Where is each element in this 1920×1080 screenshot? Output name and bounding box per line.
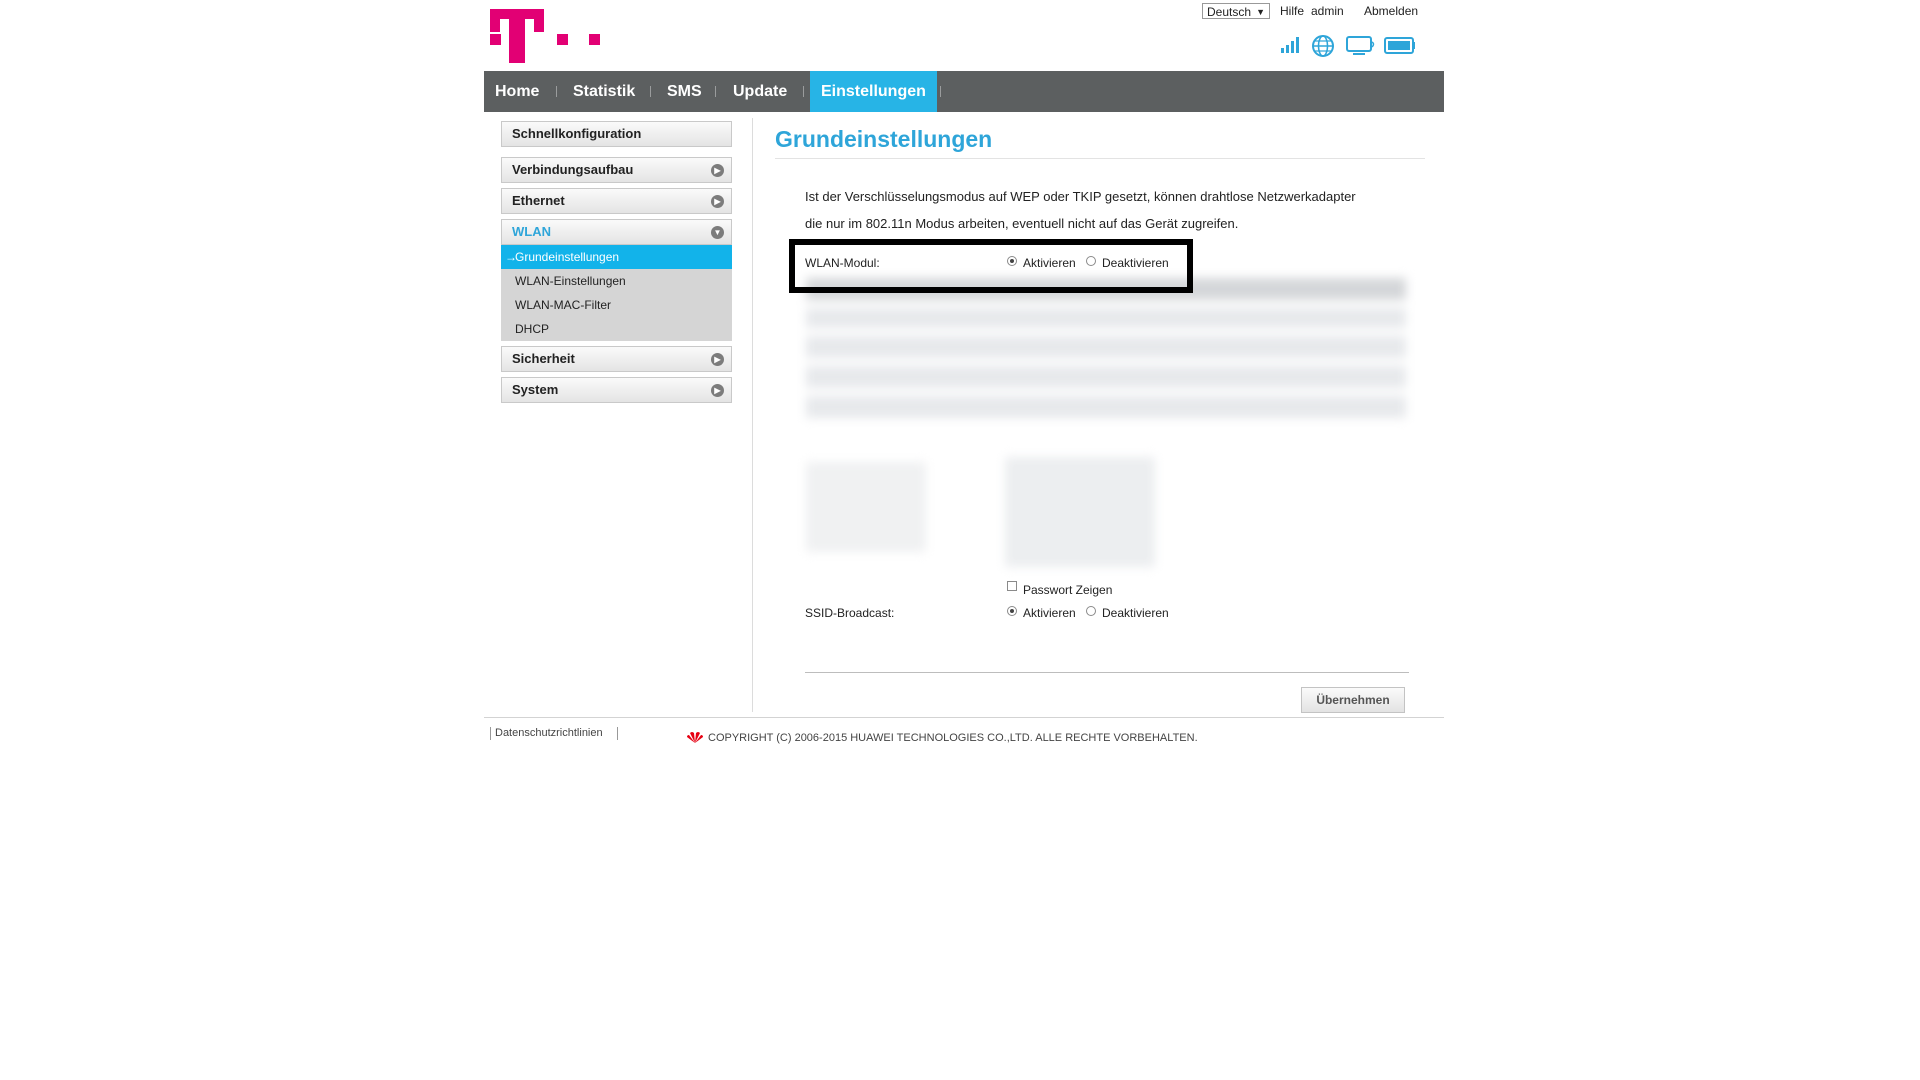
nav-home[interactable]: Home — [495, 71, 539, 112]
nav-einstellungen[interactable]: Einstellungen — [810, 71, 937, 112]
expand-arrow-icon: ▶ — [711, 353, 724, 366]
sidebar-item-sicherheit[interactable]: Sicherheit ▶ — [501, 346, 732, 372]
content-divider — [752, 118, 753, 712]
sidebar-item-schnellkonfiguration[interactable]: Schnellkonfiguration — [501, 121, 732, 147]
nav-sms[interactable]: SMS — [667, 71, 702, 112]
sidebar-item-ethernet[interactable]: Ethernet ▶ — [501, 188, 732, 214]
expand-arrow-icon: ▶ — [711, 164, 724, 177]
privacy-link[interactable]: Datenschutzrichtlinien — [495, 727, 603, 739]
expand-arrow-icon: ▶ — [711, 384, 724, 397]
submenu-item-dhcp[interactable]: DHCP — [515, 322, 549, 336]
nav-separator — [715, 86, 716, 97]
nav-separator — [650, 86, 651, 97]
monitor-icon[interactable] — [1346, 36, 1376, 56]
form-divider — [805, 672, 1409, 673]
nav-statistik[interactable]: Statistik — [573, 71, 635, 112]
nav-update[interactable]: Update — [733, 71, 787, 112]
user-link[interactable]: admin — [1311, 4, 1344, 18]
description-line-2: die nur im 802.11n Modus arbeiten, event… — [805, 216, 1239, 231]
description-line-1: Ist der Verschlüsselungsmodus auf WEP od… — [805, 189, 1356, 204]
nav-separator — [803, 86, 804, 97]
sidebar-item-label: Sicherheit — [512, 351, 575, 366]
submenu-item-wlan-einstellungen[interactable]: WLAN-Einstellungen — [515, 274, 626, 288]
language-select[interactable]: Deutsch ▼ — [1202, 3, 1270, 19]
dropdown-arrow-icon: ▼ — [1256, 7, 1265, 17]
help-link[interactable]: Hilfe — [1280, 4, 1304, 18]
submenu-item-wlan-mac-filter[interactable]: WLAN-MAC-Filter — [515, 298, 611, 312]
apply-button[interactable]: Übernehmen — [1301, 687, 1405, 713]
ssid-broadcast-label: SSID-Broadcast: — [805, 606, 895, 620]
sidebar-item-label: Verbindungsaufbau — [512, 162, 634, 177]
telekom-logo — [490, 9, 544, 63]
sidebar-item-verbindungsaufbau[interactable]: Verbindungsaufbau ▶ — [501, 157, 732, 183]
collapse-arrow-icon: ▼ — [711, 226, 724, 239]
wlan-module-enable-label: Aktivieren — [1023, 256, 1076, 270]
wlan-module-disable-label: Deaktivieren — [1102, 256, 1169, 270]
nav-separator — [556, 86, 557, 97]
page-title: Grundeinstellungen — [775, 126, 993, 152]
footer-divider — [484, 717, 1444, 718]
battery-icon — [1384, 37, 1415, 54]
nav-separator — [940, 86, 941, 97]
logo-dot — [557, 34, 568, 45]
blurred-content — [800, 272, 1410, 572]
globe-icon[interactable] — [1311, 34, 1335, 58]
show-password-label: Passwort Zeigen — [1023, 583, 1113, 597]
sidebar-item-wlan[interactable]: WLAN ▼ — [501, 219, 732, 245]
signal-icon — [1281, 37, 1299, 53]
footer-separator — [490, 727, 491, 740]
ssid-broadcast-enable-label: Aktivieren — [1023, 606, 1076, 620]
sidebar-item-label: Schnellkonfiguration — [512, 126, 642, 141]
language-value: Deutsch — [1207, 5, 1252, 19]
logout-link[interactable]: Abmelden — [1364, 4, 1418, 18]
ssid-broadcast-enable-radio[interactable] — [1007, 606, 1017, 616]
footer-separator — [617, 727, 618, 740]
sidebar-item-system[interactable]: System ▶ — [501, 377, 732, 403]
copyright-text: COPYRIGHT (C) 2006-2015 HUAWEI TECHNOLOG… — [708, 732, 1198, 744]
sidebar-item-label: WLAN — [512, 224, 551, 239]
logo-dot — [589, 34, 600, 45]
title-underline — [775, 158, 1425, 159]
sidebar-item-label: System — [512, 382, 559, 397]
wlan-module-disable-radio[interactable] — [1086, 256, 1096, 266]
ssid-broadcast-disable-label: Deaktivieren — [1102, 606, 1169, 620]
main-nav: Home Statistik SMS Update Einstellungen — [484, 71, 1444, 112]
wlan-module-label: WLAN-Modul: — [805, 256, 880, 270]
ssid-broadcast-disable-radio[interactable] — [1086, 606, 1096, 616]
sidebar-item-label: Ethernet — [512, 193, 565, 208]
show-password-checkbox[interactable] — [1007, 581, 1017, 591]
wlan-module-enable-radio[interactable] — [1007, 256, 1017, 266]
submenu-item-grundeinstellungen[interactable]: Grundeinstellungen — [515, 250, 619, 264]
expand-arrow-icon: ▶ — [711, 195, 724, 208]
huawei-logo-icon — [687, 732, 703, 743]
